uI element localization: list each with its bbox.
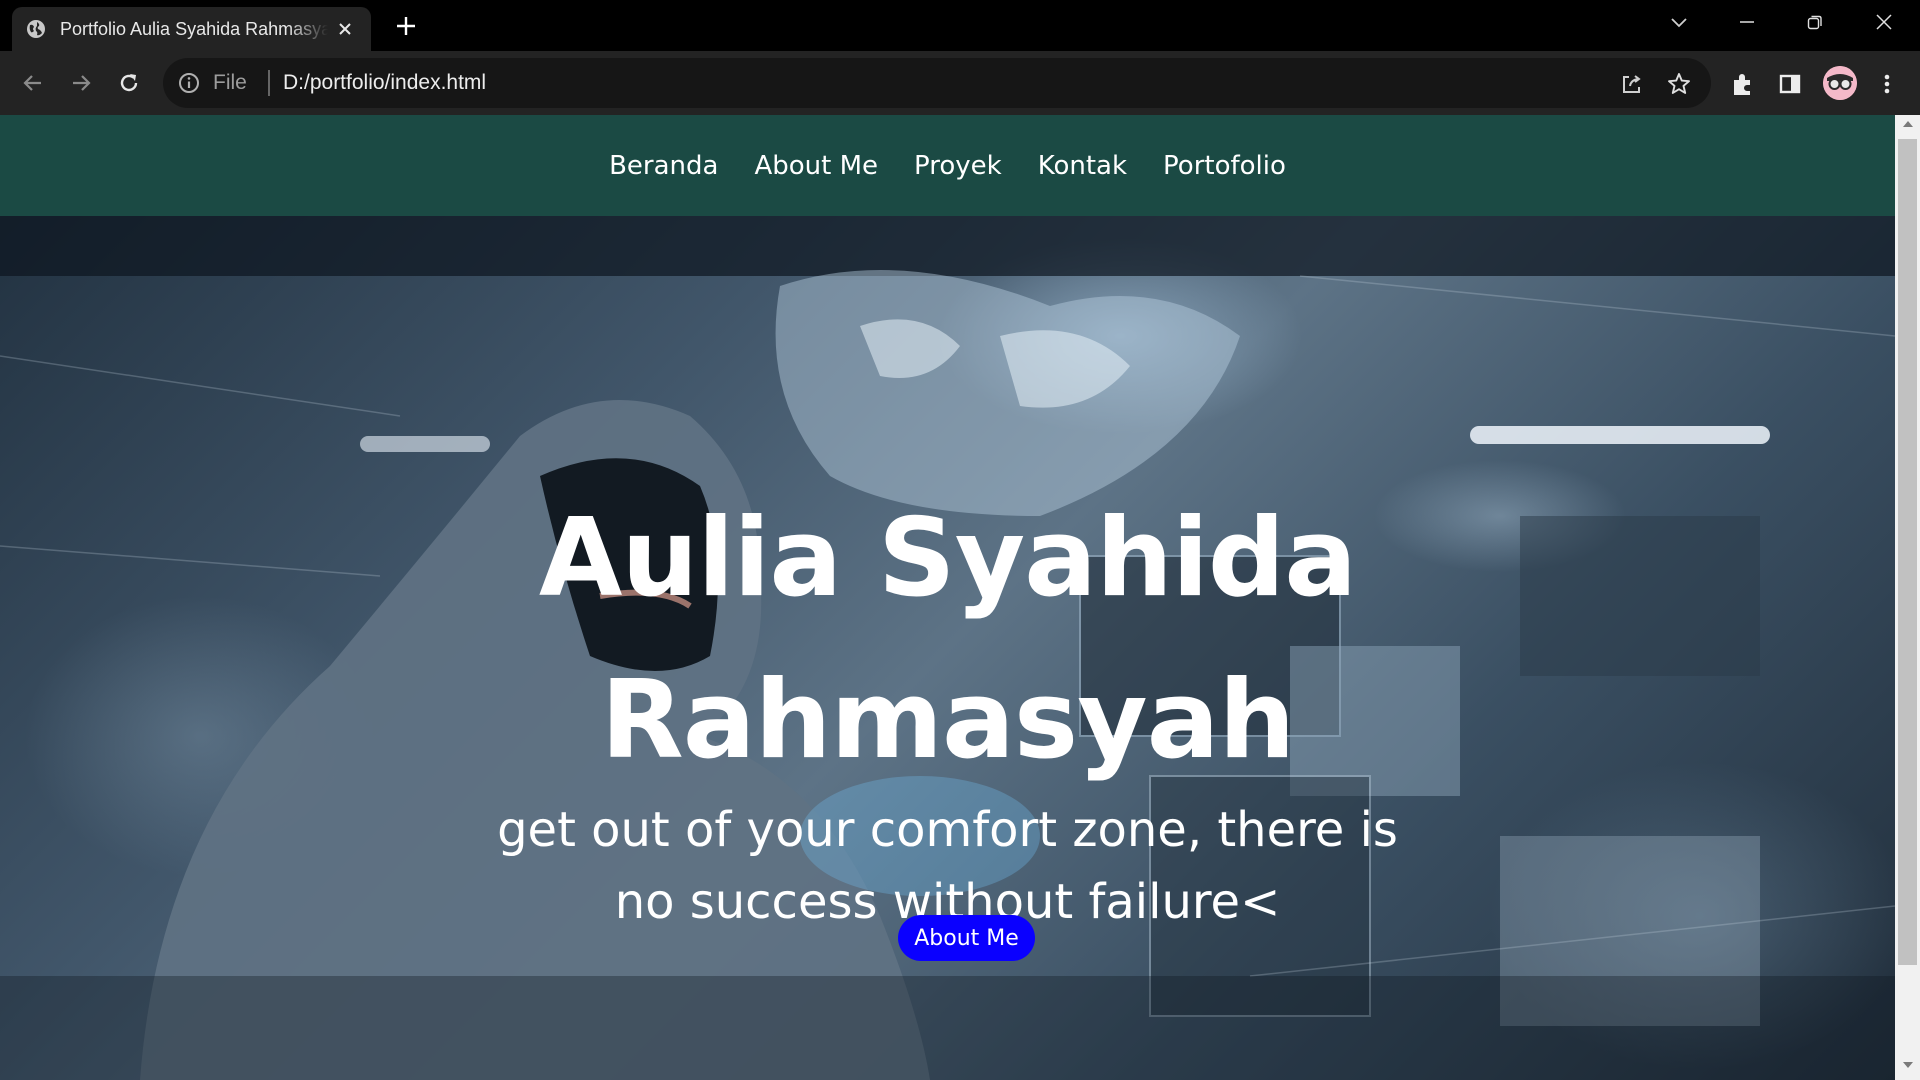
back-icon[interactable]: [19, 69, 47, 97]
site-info-icon[interactable]: [177, 71, 201, 95]
nav-link-kontak[interactable]: Kontak: [1038, 151, 1127, 181]
hero-name-heading: Aulia Syahida Rahmasyah: [538, 496, 1357, 783]
page-viewport: Beranda About Me Proyek Kontak Portofoli…: [0, 115, 1895, 1080]
close-window-icon[interactable]: [1866, 8, 1902, 36]
share-icon[interactable]: [1619, 71, 1645, 97]
page-scrollbar[interactable]: [1895, 115, 1920, 1080]
nav-link-beranda[interactable]: Beranda: [609, 151, 718, 181]
scroll-up-arrow-icon[interactable]: [1895, 119, 1920, 135]
browser-tab[interactable]: Portfolio Aulia Syahida Rahmasyah: [12, 7, 371, 51]
profile-avatar[interactable]: [1823, 66, 1857, 100]
hero-section: Aulia Syahida Rahmasyah get out of your …: [0, 216, 1895, 1080]
nav-link-about-me[interactable]: About Me: [754, 151, 878, 181]
minimize-icon[interactable]: [1729, 8, 1765, 36]
address-bar[interactable]: File D:/portfolio/index.html: [163, 58, 1711, 108]
reload-icon[interactable]: [115, 69, 143, 97]
forward-icon[interactable]: [67, 69, 95, 97]
browser-toolbar: File D:/portfolio/index.html: [0, 51, 1920, 115]
tab-search-chevron-icon[interactable]: [1661, 8, 1697, 36]
restore-icon[interactable]: [1797, 8, 1833, 36]
extensions-puzzle-icon[interactable]: [1728, 69, 1758, 99]
about-me-button[interactable]: About Me: [898, 915, 1035, 961]
nav-link-proyek[interactable]: Proyek: [914, 151, 1002, 181]
side-panel-icon[interactable]: [1775, 69, 1805, 99]
browser-tab-strip: Portfolio Aulia Syahida Rahmasyah: [0, 0, 1920, 51]
scroll-down-arrow-icon[interactable]: [1895, 1060, 1920, 1076]
address-scheme: File: [213, 71, 247, 94]
close-tab-icon[interactable]: [333, 17, 357, 41]
bookmark-star-icon[interactable]: [1666, 71, 1692, 97]
globe-icon: [27, 20, 45, 38]
address-divider: [268, 70, 270, 96]
scrollbar-thumb[interactable]: [1898, 139, 1917, 965]
browser-menu-icon[interactable]: [1872, 69, 1902, 99]
site-navbar: Beranda About Me Proyek Kontak Portofoli…: [0, 115, 1895, 216]
new-tab-icon[interactable]: [393, 13, 419, 39]
hero-content: Aulia Syahida Rahmasyah get out of your …: [0, 216, 1895, 1080]
address-url[interactable]: D:/portfolio/index.html: [283, 71, 486, 95]
tab-title: Portfolio Aulia Syahida Rahmasyah: [60, 18, 328, 39]
nav-link-portofolio[interactable]: Portofolio: [1163, 151, 1286, 181]
